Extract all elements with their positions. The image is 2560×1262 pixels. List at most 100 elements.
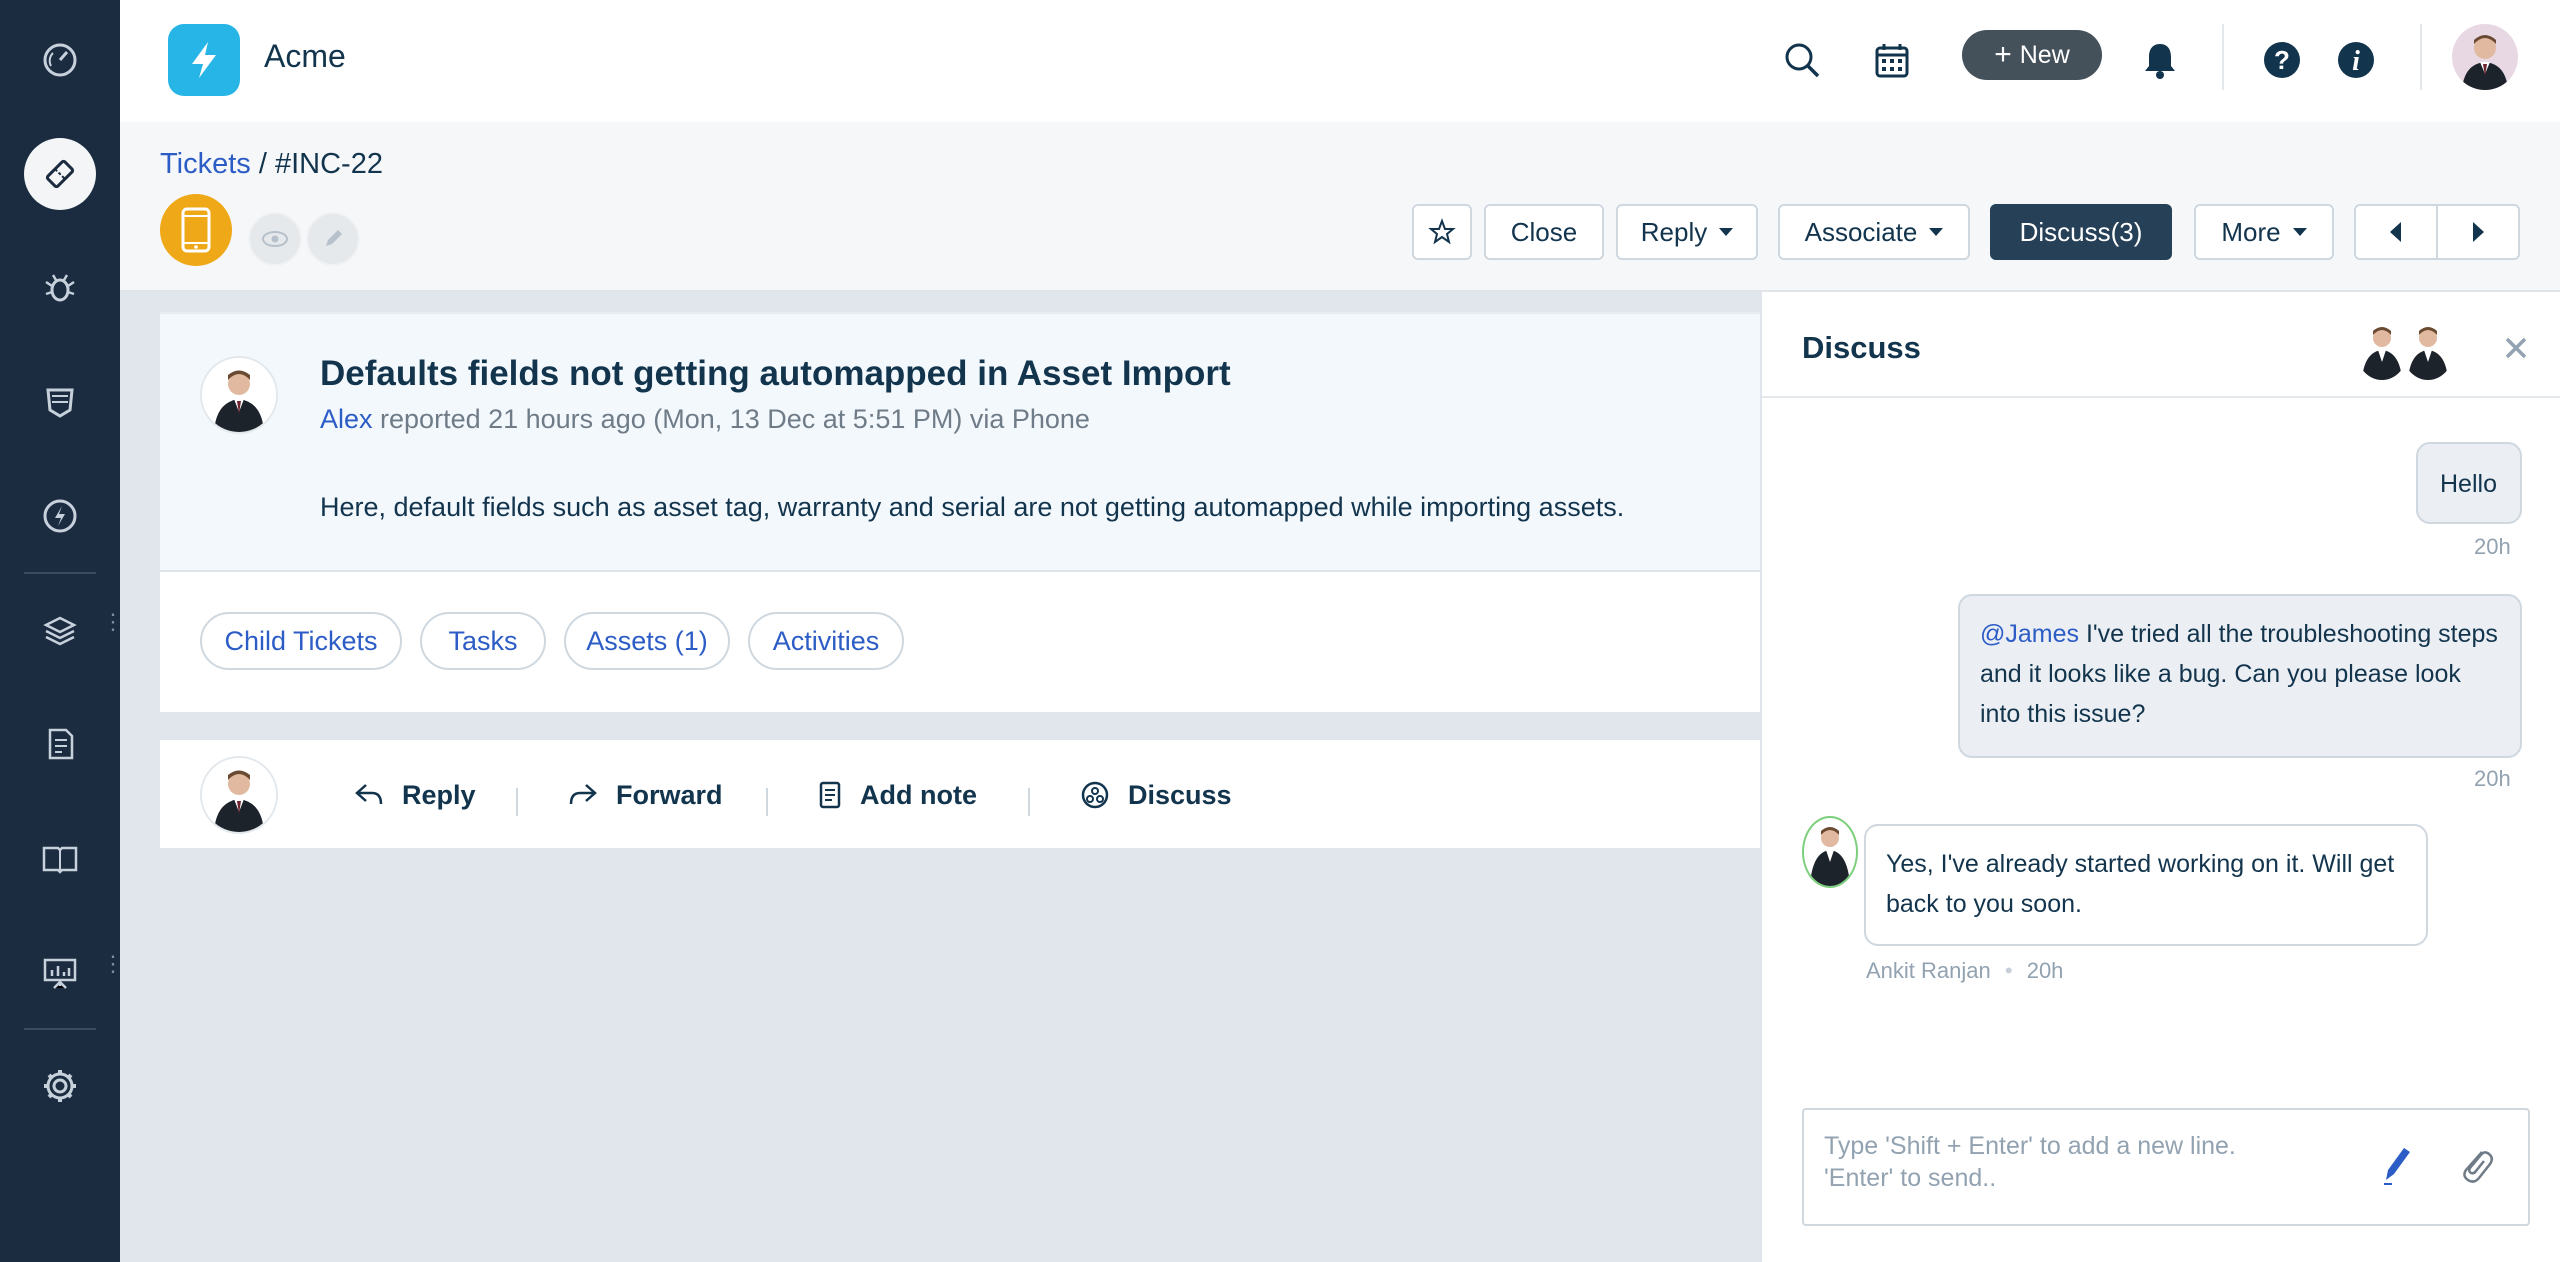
sender-avatar	[1802, 816, 1858, 888]
svg-text:i: i	[2352, 46, 2360, 77]
reports-icon[interactable]	[24, 936, 96, 1008]
associate-dropdown-button[interactable]: Associate	[1778, 204, 1970, 260]
ticket-meta-text: reported 21 hours ago (Mon, 13 Dec at 5:…	[372, 404, 1090, 434]
ticket-details: Defaults fields not getting automapped i…	[160, 312, 1760, 570]
more-dropdown-button[interactable]: More	[2194, 204, 2334, 260]
composer-placeholder: Type 'Shift + Enter' to add a new line. …	[1824, 1130, 2364, 1194]
search-icon[interactable]	[1776, 34, 1828, 86]
breadcrumb-separator: /	[258, 148, 267, 180]
dashboard-icon[interactable]	[24, 24, 96, 96]
tickets-icon[interactable]	[24, 138, 96, 210]
edit-icon[interactable]	[306, 212, 360, 266]
participant-avatar[interactable]	[2356, 320, 2408, 380]
tab-assets[interactable]: Assets (1)	[564, 612, 730, 670]
message-author: Ankit Ranjan	[1866, 958, 1991, 983]
releases-icon[interactable]	[24, 480, 96, 552]
caret-down-icon	[1719, 228, 1734, 236]
discuss-action[interactable]: Discuss	[1080, 774, 1232, 816]
discuss-icon	[1081, 781, 1109, 809]
action-divider	[1028, 788, 1030, 816]
watch-icon[interactable]	[248, 212, 302, 266]
message-bubble: Hello	[2416, 442, 2522, 524]
solutions-icon[interactable]	[24, 822, 96, 894]
requester-link[interactable]: Alex	[320, 404, 373, 434]
composer-placeholder-line: 'Enter' to send..	[1824, 1164, 1997, 1192]
changes-icon[interactable]	[24, 366, 96, 438]
svg-text:?: ?	[2274, 45, 2290, 75]
requester-avatar[interactable]	[200, 356, 278, 434]
discuss-button[interactable]: Discuss(3)	[1990, 204, 2172, 260]
message-sender: Ankit Ranjan • 20h	[1866, 958, 2063, 984]
ticket-actions: Reply Forward Add note Discuss	[160, 740, 1760, 848]
header-divider	[2420, 24, 2422, 90]
agent-avatar	[200, 756, 278, 834]
top-header: Acme + New ? i	[120, 0, 2560, 124]
help-icon[interactable]: ?	[2256, 34, 2308, 86]
bell-icon[interactable]	[2134, 34, 2186, 86]
previous-ticket-button[interactable]	[2354, 204, 2438, 260]
tab-child-tickets[interactable]: Child Tickets	[200, 612, 402, 670]
forward-action[interactable]: Forward	[568, 774, 723, 816]
message-time: 20h	[2026, 958, 2064, 983]
ticket-meta: Alex reported 21 hours ago (Mon, 13 Dec …	[320, 404, 1090, 435]
assets-more-icon[interactable]: ⋮	[102, 611, 124, 633]
reply-dropdown-button[interactable]: Reply	[1616, 204, 1758, 260]
meta-dot: •	[2004, 958, 2013, 983]
header-divider	[2222, 24, 2224, 90]
caret-left-icon	[2390, 222, 2401, 242]
message-bubble: Yes, I've already started working on it.…	[1864, 824, 2428, 946]
star-icon	[1428, 218, 1456, 245]
action-divider	[766, 788, 768, 816]
reply-action[interactable]: Reply	[354, 774, 476, 816]
ticket-toolbar: Tickets / #INC-22 Close Reply Associate …	[120, 122, 2560, 292]
more-label: More	[2221, 216, 2281, 247]
contracts-icon[interactable]	[24, 708, 96, 780]
breadcrumb-tickets-link[interactable]: Tickets	[160, 148, 251, 180]
breadcrumb: Tickets / #INC-22	[160, 148, 383, 181]
caret-down-icon	[2292, 228, 2307, 236]
info-icon[interactable]: i	[2330, 34, 2382, 86]
sidebar: ⋮ ⋮	[0, 0, 124, 1262]
phone-channel-icon	[160, 194, 232, 266]
next-ticket-button[interactable]	[2436, 204, 2520, 260]
assets-icon[interactable]	[24, 594, 96, 666]
calendar-icon[interactable]	[1866, 34, 1918, 86]
problems-icon[interactable]	[24, 252, 96, 324]
forward-action-label: Forward	[616, 779, 723, 810]
ticket-description: Here, default fields such as asset tag, …	[320, 492, 1625, 522]
message-composer[interactable]: Type 'Shift + Enter' to add a new line. …	[1802, 1108, 2530, 1226]
ticket-title: Defaults fields not getting automapped i…	[320, 354, 1231, 393]
attachment-icon[interactable]	[2452, 1140, 2500, 1188]
star-button[interactable]	[1412, 204, 1472, 260]
participant-avatar[interactable]	[2402, 320, 2454, 380]
add-note-action[interactable]: Add note	[818, 774, 977, 816]
ticket-tabs: Child Tickets Tasks Assets (1) Activitie…	[160, 570, 1760, 712]
mention-link[interactable]: @James	[1980, 620, 2079, 648]
close-label: Close	[1510, 216, 1578, 247]
new-button[interactable]: + New	[1962, 30, 2102, 80]
settings-icon[interactable]	[24, 1050, 96, 1122]
sidebar-divider	[24, 1028, 96, 1030]
new-button-label: New	[2019, 40, 2070, 69]
user-avatar[interactable]	[2452, 24, 2518, 90]
caret-down-icon	[1929, 228, 1944, 236]
discuss-panel: Discuss Hello 20h @James I've tried all …	[1760, 292, 2560, 1262]
message-time: 20h	[2474, 534, 2511, 559]
forward-icon	[569, 784, 597, 805]
caret-right-icon	[2473, 222, 2484, 242]
discuss-label: Discuss(3)	[2019, 216, 2143, 247]
reply-icon	[355, 784, 383, 805]
reply-label: Reply	[1640, 216, 1708, 247]
message-time: 20h	[2474, 766, 2511, 791]
app-logo[interactable]	[168, 24, 240, 96]
composer-placeholder-line: Type 'Shift + Enter' to add a new line.	[1824, 1132, 2236, 1160]
close-ticket-button[interactable]: Close	[1484, 204, 1604, 260]
reports-more-icon[interactable]: ⋮	[102, 953, 124, 975]
pen-icon[interactable]	[2372, 1140, 2420, 1188]
close-icon[interactable]	[2492, 324, 2540, 372]
discuss-header: Discuss	[1762, 292, 2560, 398]
note-icon	[819, 781, 841, 809]
tab-activities[interactable]: Activities	[748, 612, 904, 670]
breadcrumb-current: #INC-22	[274, 148, 383, 180]
tab-tasks[interactable]: Tasks	[420, 612, 546, 670]
